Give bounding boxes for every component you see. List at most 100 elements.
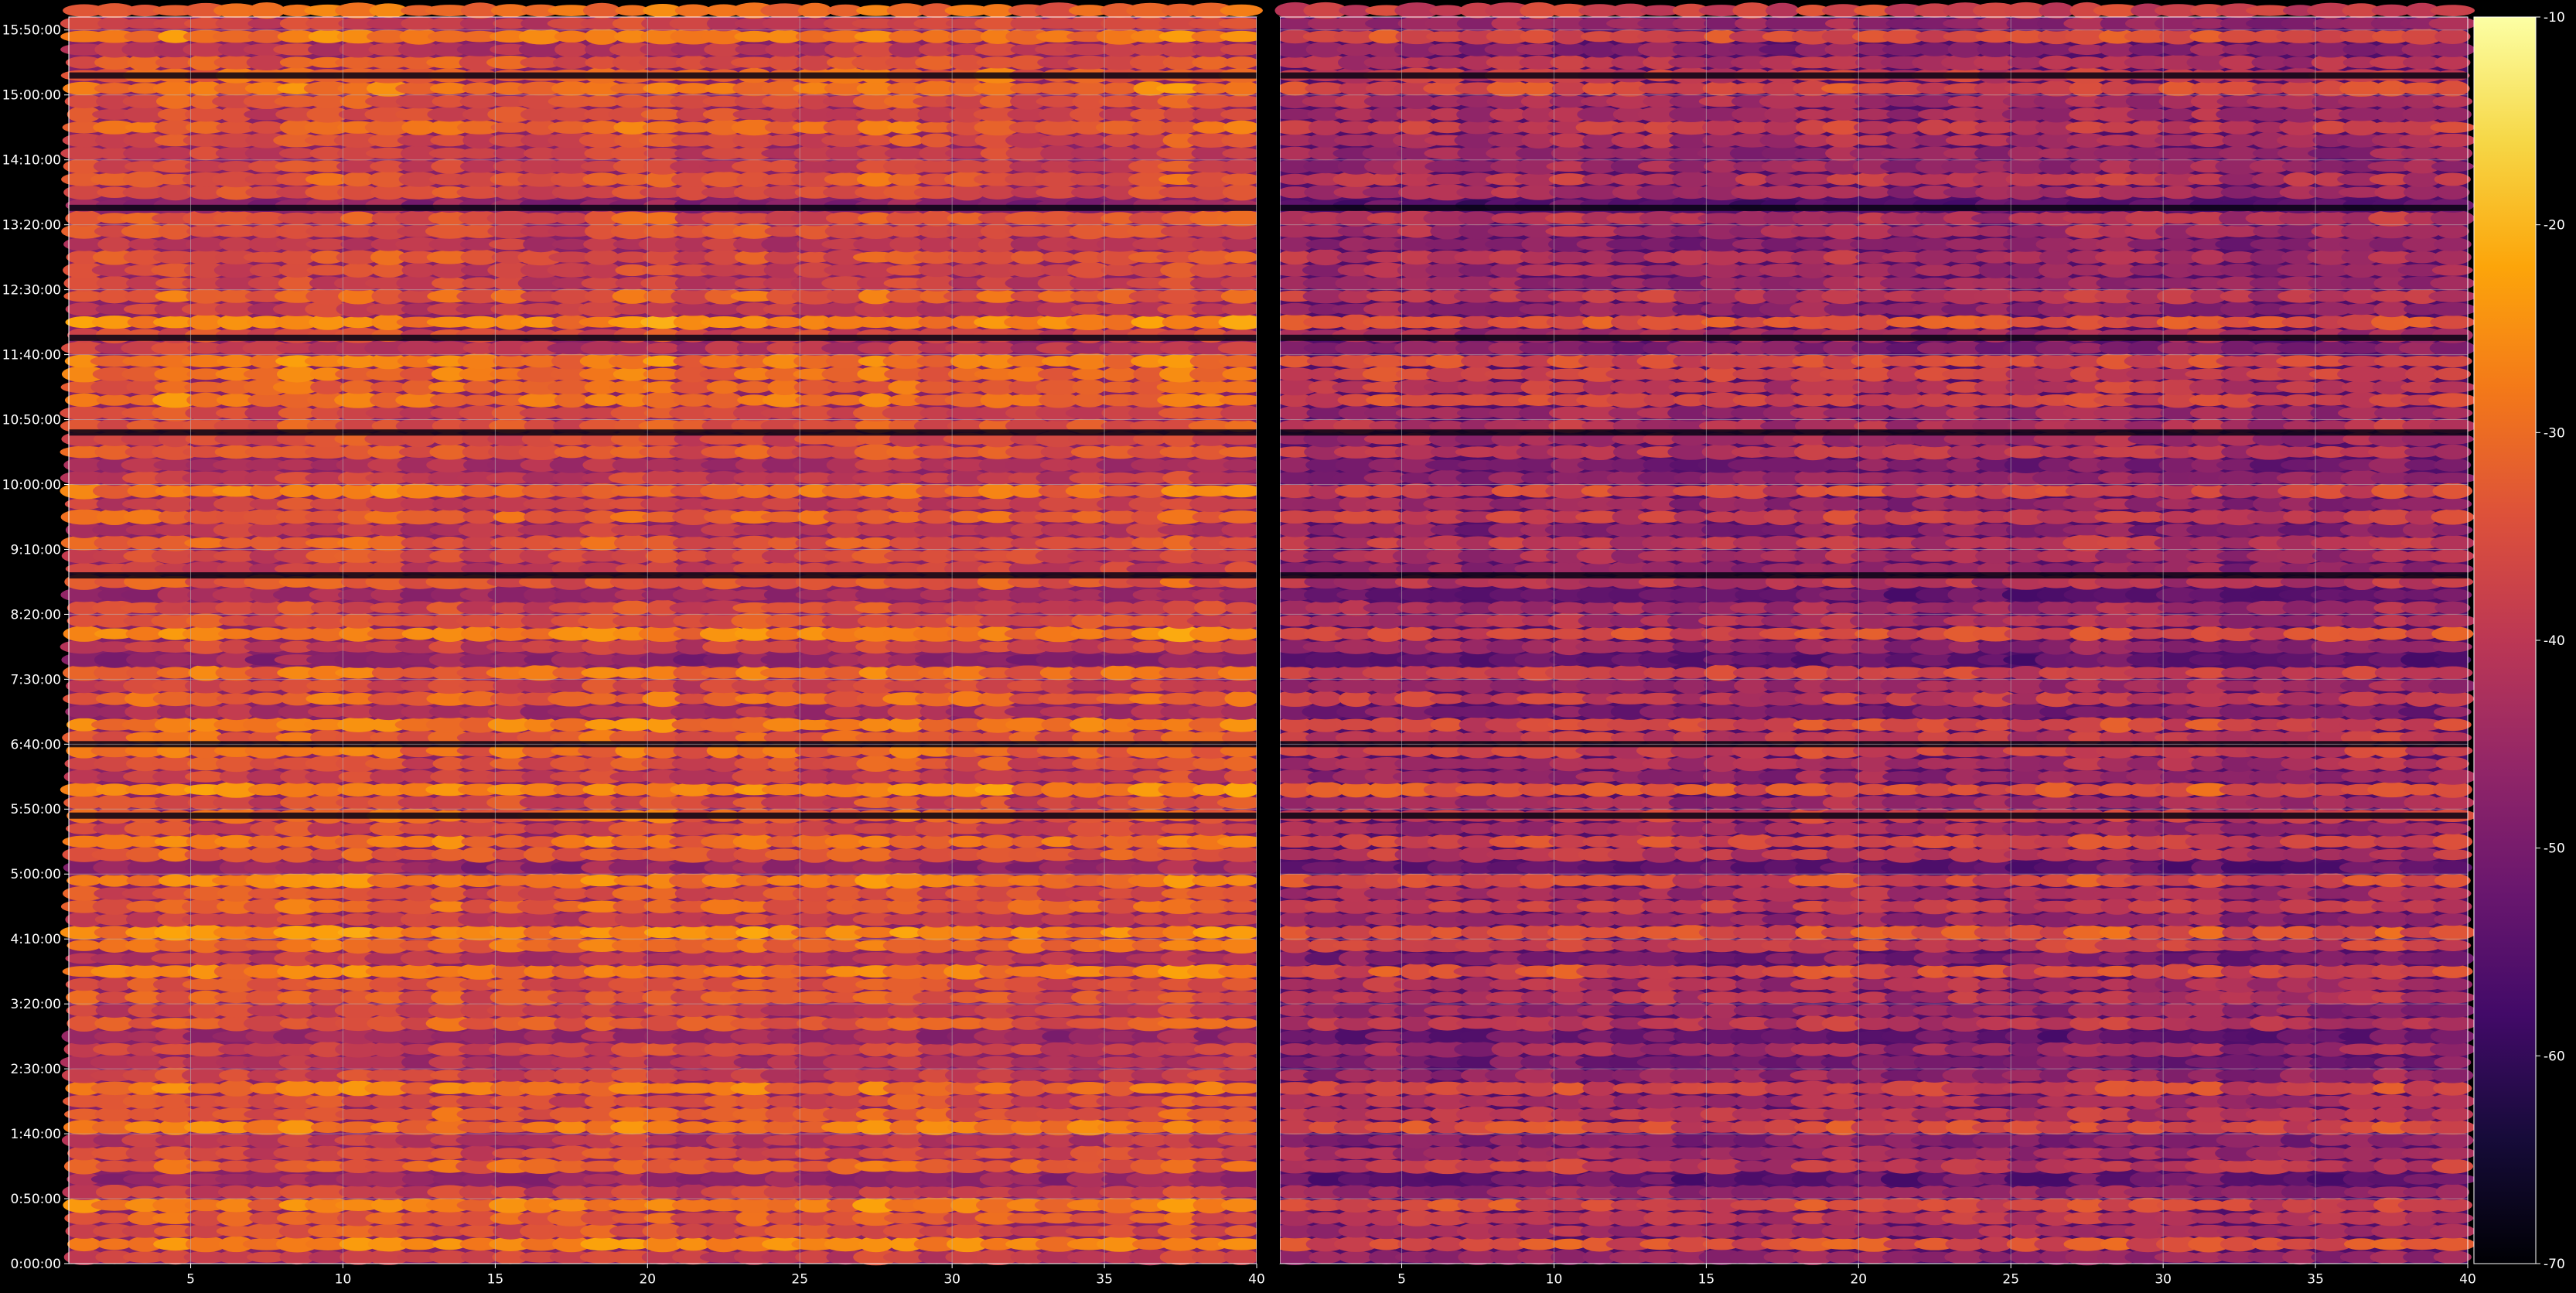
heatmap-cell xyxy=(1222,885,1261,902)
heatmap-cell xyxy=(735,380,773,394)
heatmap-cell xyxy=(1221,1042,1261,1056)
heatmap-cell xyxy=(736,340,772,356)
heatmap-cell xyxy=(858,835,894,848)
heatmap-cell xyxy=(981,1160,1015,1172)
heatmap-cell xyxy=(798,2,832,19)
heatmap-cell xyxy=(1430,926,1465,940)
heatmap-cell xyxy=(1194,599,1228,616)
heatmap-cell xyxy=(553,56,590,70)
heatmap-cell xyxy=(1163,106,1198,122)
heatmap-cell xyxy=(431,885,469,902)
heatmap-cell xyxy=(493,146,527,160)
heatmap-cell xyxy=(1856,1003,1892,1018)
heatmap-cell xyxy=(1703,1212,1741,1224)
heatmap-cell xyxy=(1765,924,1800,941)
heatmap-cell xyxy=(432,536,467,550)
heatmap-cell xyxy=(1308,1250,1343,1264)
heatmap-cell xyxy=(887,704,926,720)
heatmap-cell xyxy=(524,587,558,603)
heatmap-cell xyxy=(888,770,925,783)
heatmap-cell xyxy=(97,237,131,252)
heatmap-cell xyxy=(1222,1082,1261,1094)
heatmap-cell xyxy=(1704,977,1739,991)
heatmap-cell xyxy=(278,406,316,420)
heatmap-cell xyxy=(1072,368,1107,380)
heatmap-cell xyxy=(1223,951,1261,966)
heatmap-cell xyxy=(279,1001,316,1019)
heatmap-cell xyxy=(1132,640,1168,653)
heatmap-cell xyxy=(767,134,802,147)
heatmap-cell xyxy=(2432,964,2473,978)
heatmap-cell xyxy=(1978,1251,2013,1263)
heatmap-cell xyxy=(1224,691,1259,707)
heatmap-cell xyxy=(1072,133,1107,148)
heatmap-cell xyxy=(2435,1183,2470,1201)
heatmap-cell xyxy=(1011,783,1046,797)
heatmap-cell xyxy=(1220,404,1263,421)
heatmap-cell xyxy=(2429,924,2476,940)
heatmap-cell xyxy=(339,316,377,329)
heatmap-cell xyxy=(462,1172,499,1187)
heatmap-panel-right xyxy=(1271,2,2477,1266)
heatmap-cell xyxy=(2342,925,2380,940)
heatmap-cell xyxy=(2191,1212,2226,1224)
heatmap-cell xyxy=(1704,1002,1739,1019)
heatmap-cell xyxy=(1223,860,1260,875)
heatmap-cell xyxy=(2344,1056,2378,1069)
heatmap-cell xyxy=(155,496,195,512)
heatmap-cell xyxy=(1193,1017,1229,1029)
heatmap-cell xyxy=(279,846,316,863)
heatmap-cell xyxy=(2430,1120,2475,1135)
heatmap-cell xyxy=(1071,652,1107,667)
dark-band xyxy=(69,72,1257,79)
heatmap-cell xyxy=(400,1238,438,1250)
heatmap-cell xyxy=(1612,898,1647,915)
heatmap-cell xyxy=(1011,250,1046,264)
heatmap-cell xyxy=(920,589,954,602)
heatmap-cell xyxy=(217,1080,255,1097)
heatmap-cell xyxy=(645,548,681,564)
heatmap-cell xyxy=(2009,1250,2043,1264)
heatmap-cell xyxy=(1916,1029,1954,1043)
heatmap-cell xyxy=(1221,1198,1262,1213)
heatmap-cell xyxy=(279,484,316,498)
heatmap-cell xyxy=(1429,991,1465,1004)
heatmap-cell xyxy=(554,212,589,225)
heatmap-cell xyxy=(1220,43,1263,56)
heatmap-cell xyxy=(432,1173,467,1186)
heatmap-cell xyxy=(1222,823,1261,834)
heatmap-cell xyxy=(2222,926,2257,940)
heatmap-cell xyxy=(310,380,346,394)
heatmap-figure: 5 10 15 20 25 30 35 400:00:000:50:001:40:002:30… xyxy=(0,0,2576,1293)
heatmap-cell xyxy=(737,483,772,499)
heatmap-cell xyxy=(1221,1145,1262,1162)
heatmap-cell xyxy=(1826,1004,1861,1017)
dark-band xyxy=(69,812,1257,819)
dark-band xyxy=(69,572,1257,578)
heatmap-cell xyxy=(1886,1015,1923,1032)
heatmap-cell xyxy=(1733,951,1771,966)
heatmap-cell xyxy=(2430,1237,2475,1251)
heatmap-cell xyxy=(1221,173,1262,186)
dark-band xyxy=(69,334,1257,341)
heatmap-cell xyxy=(888,472,926,484)
heatmap-cell xyxy=(1459,1172,1496,1186)
heatmap-cell xyxy=(2434,1056,2472,1070)
heatmap-cell xyxy=(1223,900,1260,913)
heatmap-cell xyxy=(889,134,924,147)
heatmap-cell xyxy=(462,510,497,524)
heatmap-cell xyxy=(918,263,956,278)
heatmap-cell xyxy=(2429,1003,2475,1018)
heatmap-cell xyxy=(889,834,924,849)
heatmap-cell xyxy=(979,834,1016,849)
heatmap-cell xyxy=(432,497,467,511)
heatmap-cell xyxy=(1222,148,1261,159)
heatmap-cell xyxy=(97,874,131,887)
heatmap-cell xyxy=(766,316,804,329)
heatmap-cell xyxy=(1704,1094,1740,1108)
heatmap-cell xyxy=(340,211,377,225)
heatmap-cell xyxy=(676,1237,711,1251)
heatmap-cell xyxy=(2428,1147,2476,1160)
heatmap-cell xyxy=(1338,1250,1374,1264)
heatmap-cell xyxy=(646,342,680,354)
